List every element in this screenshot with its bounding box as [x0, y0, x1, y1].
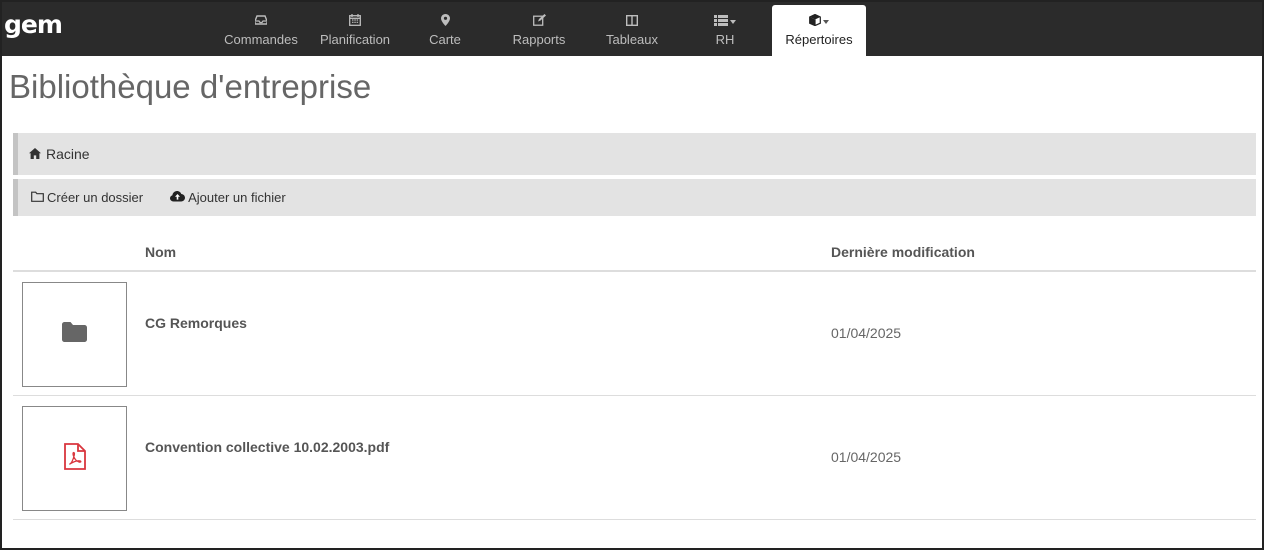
- chevron-down-icon: [730, 20, 736, 24]
- nav-label: Tableaux: [605, 32, 659, 47]
- pdf-icon: [63, 442, 86, 475]
- nav-label: Planification: [319, 32, 391, 47]
- nav-carte[interactable]: Carte: [412, 2, 478, 56]
- nav-label: RH: [715, 32, 735, 47]
- create-folder-button[interactable]: Créer un dossier: [31, 190, 143, 205]
- chevron-down-icon: [823, 20, 829, 24]
- column-header-modified[interactable]: Dernière modification: [831, 244, 975, 260]
- cloud-upload-icon: [170, 190, 186, 205]
- table-row[interactable]: Convention collective 10.02.2003.pdf 01/…: [13, 396, 1256, 520]
- folder-open-icon: [31, 190, 44, 205]
- inbox-icon: [255, 13, 267, 27]
- file-toolbar: Créer un dossier Ajouter un fichier: [13, 179, 1256, 216]
- calendar-icon: [349, 13, 361, 27]
- file-modified-date: 01/04/2025: [831, 325, 902, 341]
- add-file-button[interactable]: Ajouter un fichier: [170, 190, 286, 205]
- edit-icon: [532, 13, 546, 27]
- page-title: Bibliothèque d'entreprise: [9, 68, 372, 105]
- nav-repertoires[interactable]: Répertoires: [772, 5, 866, 56]
- nav-label: Carte: [429, 32, 461, 47]
- file-name[interactable]: Convention collective 10.02.2003.pdf: [145, 439, 389, 455]
- table-row[interactable]: CG Remorques 01/04/2025: [13, 272, 1256, 396]
- file-thumbnail[interactable]: [22, 282, 127, 387]
- file-table: Nom Dernière modification CG Remorques 0…: [13, 230, 1256, 520]
- nav-rapports[interactable]: Rapports: [501, 2, 577, 56]
- nav-planification[interactable]: Planification: [311, 2, 399, 56]
- map-marker-icon: [440, 13, 450, 27]
- cube-icon: [809, 13, 829, 27]
- top-navbar: gem Commandes Planification Carte Rappor…: [2, 2, 1262, 56]
- nav-tableaux[interactable]: Tableaux: [594, 2, 670, 56]
- create-folder-label: Créer un dossier: [47, 190, 144, 205]
- columns-icon: [626, 13, 638, 27]
- nav-commandes[interactable]: Commandes: [220, 2, 302, 56]
- nav-label: Rapports: [512, 32, 566, 47]
- breadcrumb: Racine: [13, 133, 1256, 175]
- table-header: Nom Dernière modification: [13, 230, 1256, 272]
- breadcrumb-root-label: Racine: [46, 146, 90, 162]
- file-name[interactable]: CG Remorques: [145, 315, 247, 331]
- column-header-name[interactable]: Nom: [145, 244, 176, 260]
- home-icon: [29, 146, 41, 162]
- list-icon: [714, 13, 736, 27]
- add-file-label: Ajouter un fichier: [188, 190, 286, 205]
- file-thumbnail[interactable]: [22, 406, 127, 511]
- folder-icon: [62, 322, 87, 347]
- nav-label: Répertoires: [785, 32, 853, 47]
- nav-label: Commandes: [224, 32, 298, 47]
- app-window: gem Commandes Planification Carte Rappor…: [0, 0, 1264, 550]
- file-modified-date: 01/04/2025: [831, 449, 902, 465]
- nav-rh[interactable]: RH: [700, 2, 750, 56]
- breadcrumb-root[interactable]: Racine: [29, 146, 90, 162]
- app-logo[interactable]: gem: [4, 10, 63, 39]
